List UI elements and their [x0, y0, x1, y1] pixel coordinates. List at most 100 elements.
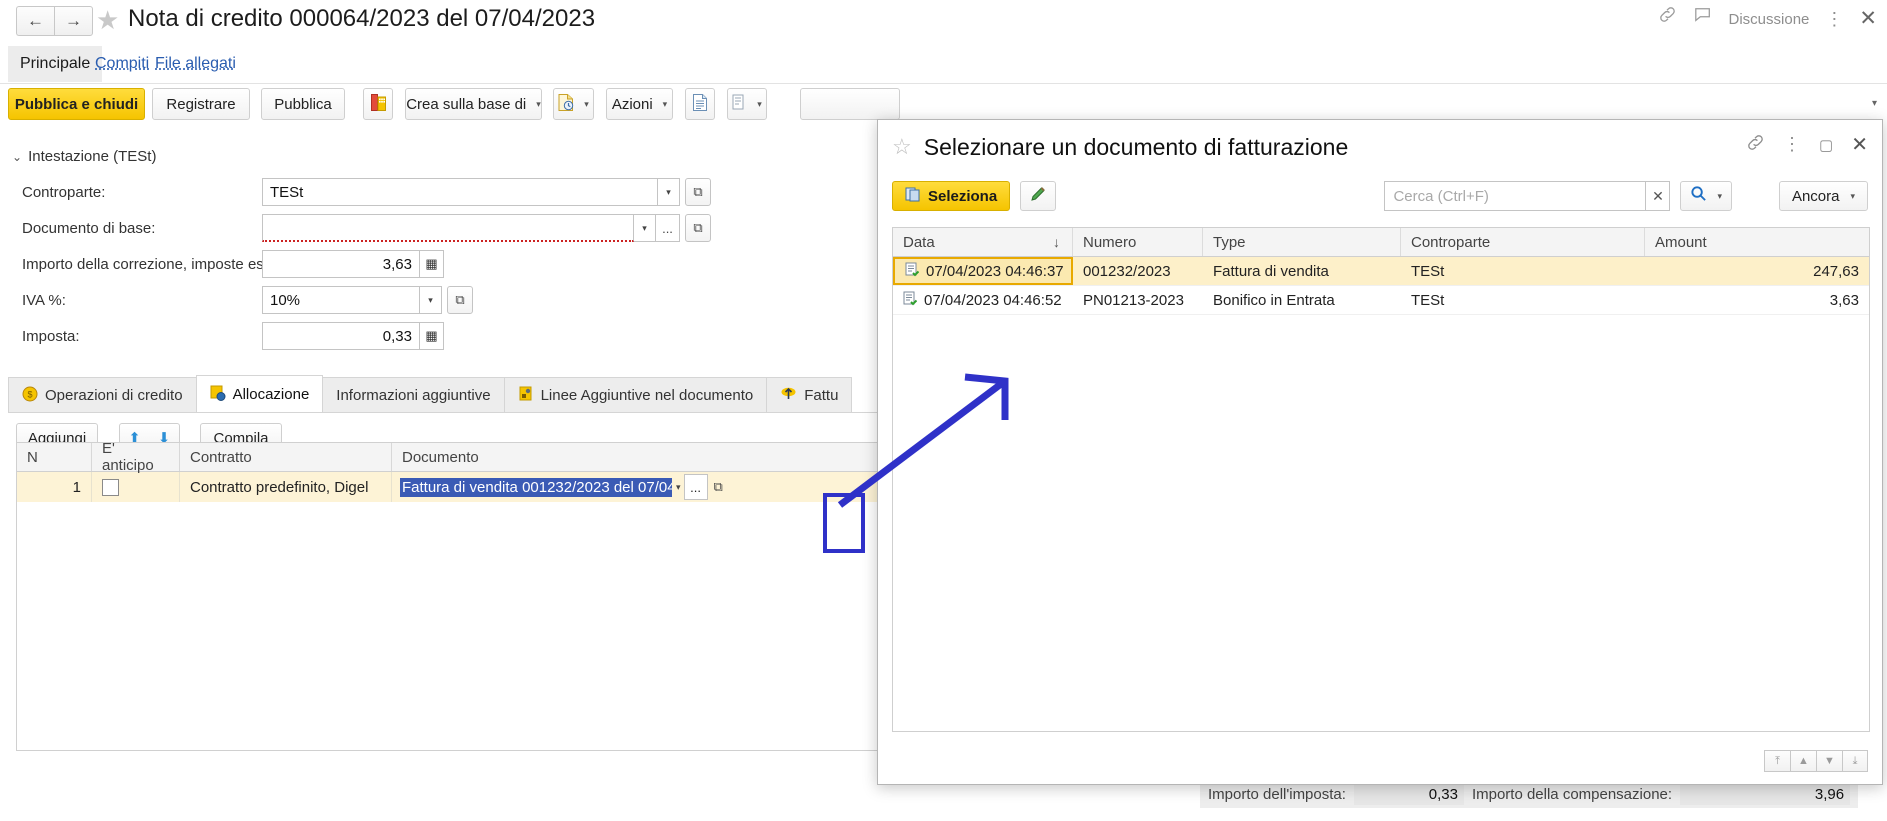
col-data-label: Data [903, 233, 935, 251]
document-icon [903, 291, 918, 310]
kebab-menu-icon[interactable]: ⋮ [1825, 9, 1843, 30]
col-n[interactable]: N [17, 443, 92, 471]
col-type[interactable]: Type [1203, 228, 1401, 256]
documento-ellipsis-button[interactable]: ... [683, 474, 708, 500]
col-numero[interactable]: Numero [1073, 228, 1203, 256]
toolbar-overflow-icon[interactable]: ▾ [1872, 98, 1877, 109]
iva-open-button[interactable]: ⧉ [447, 286, 473, 314]
field-row-importo-correzione: Importo della correzione, imposte esclus… [22, 250, 303, 278]
table-row[interactable]: 07/04/2023 04:46:52 PN01213-2023 Bonific… [893, 286, 1869, 315]
register-label: Registrare [166, 95, 236, 113]
anticipo-checkbox[interactable] [102, 478, 119, 496]
first-icon: ⤒ [1775, 754, 1780, 767]
chevron-down-icon: ▾ [584, 98, 589, 109]
calculator-icon[interactable]: ▦ [420, 250, 444, 278]
importo-correzione-input[interactable]: 3,63 [262, 250, 420, 278]
documento-selected-text: Fattura di vendita 001232/2023 del 07/04… [400, 477, 672, 497]
dialog-kebab-menu-icon[interactable]: ⋮ [1783, 134, 1801, 155]
tab-fatture[interactable]: Fattu [766, 377, 853, 413]
documento-dropdown-icon[interactable]: ▾ [676, 482, 681, 493]
favorite-star-icon[interactable]: ★ [96, 6, 119, 34]
col-controparte[interactable]: Controparte [1401, 228, 1645, 256]
imposta-input[interactable]: 0,33 [262, 322, 420, 350]
forward-button[interactable]: → [54, 6, 93, 36]
dialog-header-actions: ⋮ ▢ ✕ [1746, 132, 1868, 157]
dialog-search-area: Cerca (Ctrl+F) ✕ ▾ [1384, 181, 1732, 211]
col-anticipo[interactable]: E' anticipo [92, 440, 180, 474]
tab-linee-aggiuntive-label: Linee Aggiuntive nel documento [540, 387, 754, 404]
publish-and-close-button[interactable]: Pubblica e chiudi [8, 88, 145, 120]
documento-base-input[interactable] [262, 214, 634, 242]
register-button[interactable]: Registrare [152, 88, 250, 120]
discussion-icon[interactable] [1693, 4, 1713, 34]
more-button[interactable]: Ancora ▾ [1778, 181, 1868, 211]
actions-label: Azioni [611, 95, 653, 113]
tax-amount-label: Importo dell'imposta: [1208, 785, 1346, 803]
select-button-label: Seleziona [928, 187, 998, 205]
dialog-favorite-star-icon[interactable]: ☆ [892, 134, 912, 160]
dialog-toolbar: Seleziona Cerca (Ctrl+F) ✕ ▾ Ancora ▾ [878, 174, 1882, 218]
tab-informazioni-aggiuntive[interactable]: Informazioni aggiuntive [322, 377, 505, 413]
create-based-on-button[interactable]: Crea sulla base di ▾ [405, 88, 542, 120]
sort-descending-icon: ↓ [1053, 234, 1060, 250]
select-button[interactable]: Seleziona [892, 181, 1011, 211]
compensation-amount-value: 3,96 [1680, 783, 1851, 805]
tab-file-allegati[interactable]: File allegati [155, 46, 236, 82]
find-button[interactable]: ▾ [1680, 181, 1732, 211]
imposta-value: 0,33 [382, 327, 412, 345]
actions-button[interactable]: Azioni ▾ [606, 88, 673, 120]
documento-base-open-button[interactable]: ⧉ [685, 214, 711, 242]
link-icon[interactable] [1658, 4, 1677, 34]
cell-controparte: TESt [1411, 291, 1445, 309]
tab-compiti[interactable]: Compiti [95, 46, 149, 82]
documento-open-icon[interactable]: ⧉ [714, 479, 723, 495]
table-row[interactable]: 07/04/2023 04:46:37 001232/2023 Fattura … [893, 257, 1869, 286]
link-icon[interactable] [1746, 133, 1765, 157]
header-actions: Discussione ⋮ ✕ [1658, 4, 1877, 34]
documento-base-dropdown-icon[interactable]: ▾ [634, 214, 656, 242]
discussion-label[interactable]: Discussione [1729, 11, 1810, 28]
edit-button[interactable] [1020, 181, 1057, 211]
tab-operazioni-di-credito[interactable]: $ Operazioni di credito [8, 377, 197, 413]
col-data[interactable]: Data ↓ [893, 228, 1073, 256]
nav-last-button[interactable]: ⤓ [1842, 750, 1868, 772]
publish-label: Pubblica [274, 95, 332, 113]
more-toolbar-button[interactable] [800, 88, 900, 120]
close-icon[interactable]: ✕ [1859, 5, 1877, 33]
report-button[interactable] [363, 88, 393, 120]
publish-button[interactable]: Pubblica [261, 88, 345, 120]
tab-file-allegati-label: File allegati [155, 55, 236, 72]
controparte-open-button[interactable]: ⧉ [685, 178, 711, 206]
search-input[interactable]: Cerca (Ctrl+F) [1384, 181, 1647, 211]
col-amount[interactable]: Amount [1645, 228, 1869, 256]
tab-linee-aggiuntive[interactable]: Linee Aggiuntive nel documento [503, 377, 768, 413]
calculator-icon[interactable]: ▦ [420, 322, 444, 350]
header-section-toggle[interactable]: ⌄ Intestazione (TESt) [12, 148, 156, 165]
nav-up-button[interactable]: ▲ [1790, 750, 1816, 772]
col-contratto[interactable]: Contratto [180, 443, 392, 471]
nav-first-button[interactable]: ⤒ [1764, 750, 1790, 772]
more-button-label: Ancora [1791, 187, 1840, 205]
iva-dropdown-icon[interactable]: ▾ [420, 286, 442, 314]
back-icon: ← [27, 11, 44, 30]
attachment-button[interactable]: ▾ [727, 88, 767, 120]
tab-allocazione[interactable]: Allocazione [195, 375, 324, 413]
documento-base-label: Documento di base: [22, 219, 156, 237]
print-button[interactable] [685, 88, 715, 120]
svg-text:$: $ [27, 389, 32, 399]
controparte-input[interactable]: TESt [262, 178, 658, 206]
documento-base-ellipsis-button[interactable]: ... [656, 214, 680, 242]
tab-principale[interactable]: Principale [8, 46, 103, 82]
dialog-close-icon[interactable]: ✕ [1851, 132, 1868, 157]
controparte-control: TESt ▾ ⧉ [262, 178, 711, 206]
navigation-buttons: ← → [16, 6, 93, 36]
upload-icon [780, 386, 797, 406]
dialog-maximize-icon[interactable]: ▢ [1819, 136, 1833, 154]
controparte-dropdown-icon[interactable]: ▾ [658, 178, 680, 206]
back-button[interactable]: ← [16, 6, 54, 36]
search-clear-button[interactable]: ✕ [1646, 181, 1671, 211]
history-doc-button[interactable]: ▾ [553, 88, 594, 120]
iva-select[interactable]: 10% [262, 286, 420, 314]
nav-down-button[interactable]: ▼ [1816, 750, 1842, 772]
chevron-down-icon: ▾ [662, 98, 668, 109]
